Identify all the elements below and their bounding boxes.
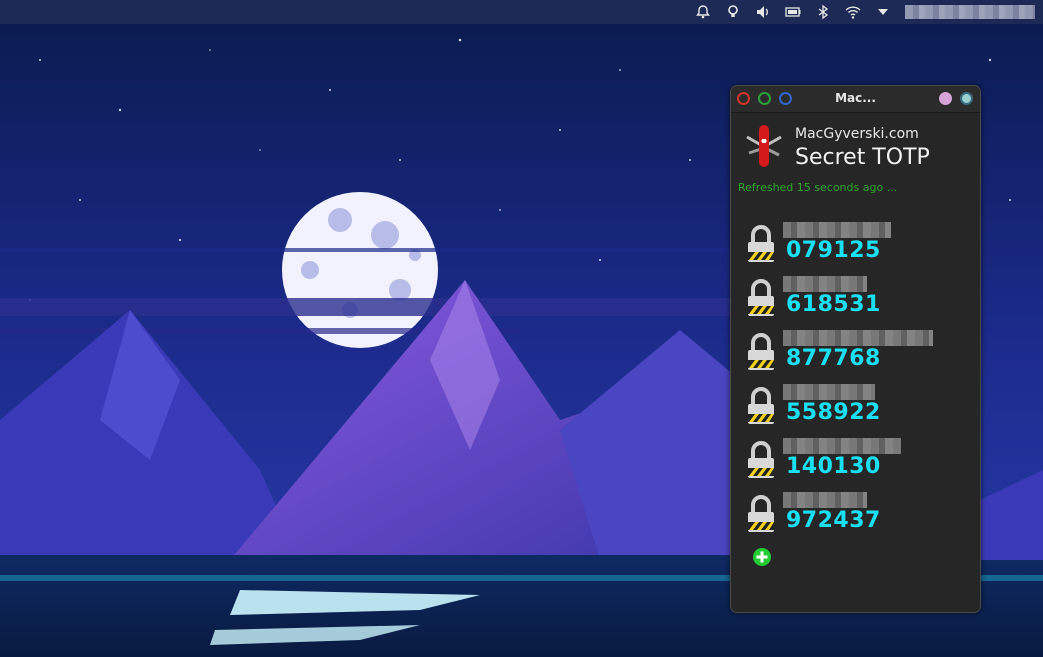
pin-button[interactable]: [939, 92, 952, 105]
padlock-icon: [748, 225, 774, 262]
bluetooth-icon[interactable]: [811, 0, 835, 24]
add-icon[interactable]: [752, 547, 772, 567]
totp-code[interactable]: 079125: [786, 238, 881, 263]
padlock-icon: [748, 387, 774, 424]
totp-list: 079125 618531 877768 558922 140130 97243…: [731, 222, 980, 546]
account-name-redacted: [783, 330, 933, 346]
account-name-redacted: [783, 276, 867, 292]
refresh-status: Refreshed 15 seconds ago ...: [738, 181, 898, 194]
totp-code[interactable]: 877768: [786, 346, 881, 371]
alarm-icon[interactable]: [691, 0, 715, 24]
settings-button[interactable]: [960, 92, 973, 105]
totp-code[interactable]: 972437: [786, 508, 881, 533]
app-header: MacGyverski.com Secret TOTP: [731, 113, 980, 173]
padlock-icon: [748, 441, 774, 478]
padlock-icon: [748, 333, 774, 370]
totp-entry[interactable]: 618531: [731, 276, 980, 330]
totp-code[interactable]: 558922: [786, 400, 881, 425]
totp-code[interactable]: 140130: [786, 454, 881, 479]
account-name-redacted: [783, 492, 867, 508]
swiss-knife-icon: [746, 125, 782, 167]
battery-icon[interactable]: [781, 0, 805, 24]
dropdown-icon[interactable]: [871, 0, 895, 24]
volume-icon[interactable]: [751, 0, 775, 24]
secret-totp-window: Mac... MacGyverski.com Secret TOTP Refre…: [730, 85, 981, 613]
app-title: Secret TOTP: [795, 145, 930, 170]
padlock-icon: [748, 279, 774, 316]
account-name-redacted: [783, 438, 901, 454]
totp-entry[interactable]: 972437: [731, 492, 980, 546]
brand-label: MacGyverski.com: [795, 126, 919, 142]
system-top-bar: [0, 0, 1043, 24]
account-name-redacted: [783, 222, 891, 238]
padlock-icon: [748, 495, 774, 532]
totp-entry[interactable]: 140130: [731, 438, 980, 492]
totp-entry[interactable]: 558922: [731, 384, 980, 438]
user-menu-redacted[interactable]: [905, 5, 1035, 19]
totp-entry[interactable]: 877768: [731, 330, 980, 384]
account-name-redacted: [783, 384, 875, 400]
window-titlebar[interactable]: Mac...: [731, 86, 980, 113]
wifi-icon[interactable]: [841, 0, 865, 24]
totp-code[interactable]: 618531: [786, 292, 881, 317]
totp-entry[interactable]: 079125: [731, 222, 980, 276]
bulb-icon[interactable]: [721, 0, 745, 24]
